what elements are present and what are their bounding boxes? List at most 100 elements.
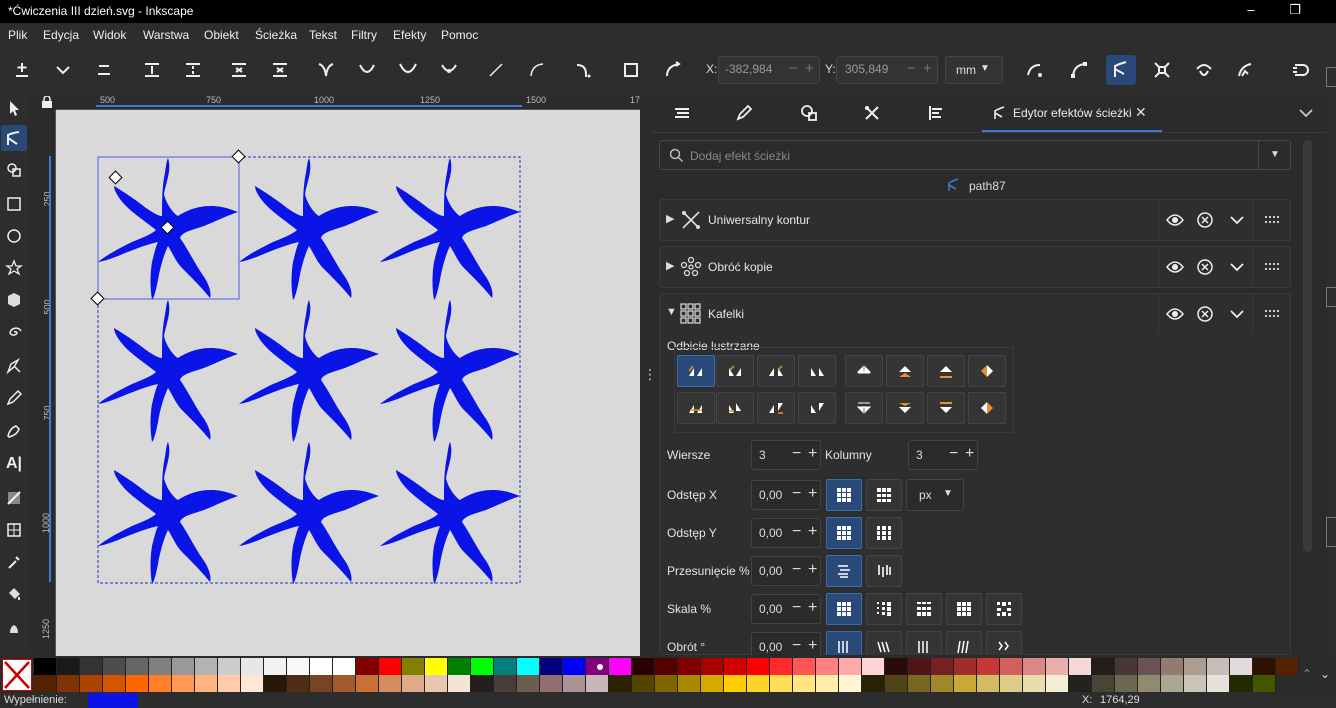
color-swatch[interactable] [1069,675,1092,692]
color-swatch[interactable] [1046,675,1069,692]
color-swatch[interactable] [379,658,402,675]
color-swatch[interactable] [540,675,563,692]
color-swatch[interactable] [931,675,954,692]
color-swatch[interactable] [1115,658,1138,675]
command-button[interactable] [1326,517,1336,547]
color-swatch[interactable] [1138,675,1161,692]
pen-tool-icon[interactable] [1,353,27,379]
remove-effect-icon[interactable] [1190,205,1220,235]
offset-mode-rows[interactable] [826,555,862,587]
color-swatch[interactable] [770,675,793,692]
color-swatch[interactable] [218,675,241,692]
gapx-mode-1[interactable] [826,479,862,511]
node-symmetric-icon[interactable] [394,56,422,84]
color-swatch[interactable] [287,675,310,692]
plus-icon[interactable]: + [808,599,817,617]
color-swatch[interactable] [195,675,218,692]
color-swatch[interactable] [1207,658,1230,675]
color-swatch[interactable] [678,658,701,675]
mirror-option-8[interactable] [968,355,1006,387]
command-button[interactable] [1326,67,1336,87]
effect-row-rotate-copies[interactable]: ▶ Obróć kopie [659,246,1291,288]
plus-icon[interactable]: + [808,445,817,463]
delete-node-icon[interactable] [90,56,118,84]
node-smooth-icon[interactable] [353,56,381,84]
mirror-option-1[interactable] [677,355,715,387]
color-swatch[interactable] [954,675,977,692]
color-swatch[interactable] [448,675,471,692]
fill-stroke-tab-icon[interactable] [724,99,764,127]
expand-icon[interactable]: ▶ [666,212,674,225]
color-swatch[interactable] [57,675,80,692]
mirror-option-2[interactable] [716,355,754,387]
color-swatch[interactable] [1023,675,1046,692]
effect-row-universal-outline[interactable]: ▶ Uniwersalny kontur [659,199,1291,241]
delete-segment-icon[interactable] [266,56,294,84]
color-swatch[interactable] [1230,675,1253,692]
menu-obiekt[interactable]: Obiekt [204,28,239,42]
color-swatch[interactable] [287,658,310,675]
color-swatch[interactable] [770,658,793,675]
lpe-icon[interactable] [659,56,687,84]
color-swatch[interactable] [356,658,379,675]
minus-icon[interactable]: − [792,523,801,541]
color-swatch[interactable] [793,675,816,692]
color-swatch[interactable] [241,658,264,675]
color-swatch[interactable] [609,675,632,692]
show-path-outline-icon[interactable] [1106,55,1136,85]
mirror-option-3[interactable] [757,355,795,387]
y-plus-icon[interactable]: + [923,60,932,77]
color-swatch[interactable] [1092,675,1115,692]
expand-icon[interactable]: ▶ [666,259,674,272]
mirror-option-14[interactable] [886,392,924,424]
plus-icon[interactable]: + [808,485,817,503]
color-swatch[interactable] [494,658,517,675]
horizontal-ruler[interactable]: 500 750 1000 1250 1500 17 [56,93,640,110]
join-nodes-icon[interactable] [138,56,166,84]
y-coordinate-field[interactable]: 305,849 − + [836,56,938,84]
menu-tekst[interactable]: Tekst [309,28,337,42]
color-swatch[interactable] [1276,658,1299,675]
color-swatch[interactable] [1000,658,1023,675]
scale-mode-1[interactable] [826,593,862,625]
color-swatch[interactable] [264,675,287,692]
node-auto-icon[interactable] [435,56,463,84]
menu-widok[interactable]: Widok [93,28,126,42]
offset-mode-cols[interactable] [866,555,902,587]
plus-icon[interactable]: + [808,637,817,655]
eye-icon[interactable] [1160,252,1190,282]
color-swatch[interactable] [80,675,103,692]
mirror-option-11[interactable] [757,392,795,424]
scale-field[interactable]: 0,00− + [751,594,821,624]
dock-scrollbar[interactable] [1303,140,1312,552]
color-swatch[interactable] [471,658,494,675]
gapx-field[interactable]: 0,00− + [751,480,821,510]
mirror-option-7[interactable] [927,355,965,387]
collapse-icon[interactable]: ▼ [666,306,677,318]
break-path-icon[interactable] [179,56,207,84]
mirror-option-16[interactable] [968,392,1006,424]
rotate-mode-1[interactable] [826,631,862,655]
gradient-tool-icon[interactable] [1,485,27,511]
mirror-option-6[interactable] [886,355,924,387]
color-swatch[interactable] [1253,658,1276,675]
color-swatch[interactable] [977,675,1000,692]
show-transform-handles-icon[interactable] [1020,56,1048,84]
color-swatch[interactable] [839,658,862,675]
color-swatch[interactable] [448,658,471,675]
eye-icon[interactable] [1160,299,1190,329]
color-swatch[interactable] [724,675,747,692]
chevron-down-icon[interactable]: ▼ [1270,149,1280,160]
rotate-field[interactable]: 0,00− + [751,632,821,655]
color-swatch[interactable] [701,675,724,692]
ellipse-tool-icon[interactable] [1,223,27,249]
edit-clip-icon[interactable] [1148,56,1176,84]
color-swatch[interactable] [425,675,448,692]
tools-tab-icon[interactable] [852,99,892,127]
color-swatch[interactable] [862,675,885,692]
color-swatch[interactable] [517,658,540,675]
gapx-mode-2[interactable] [866,479,902,511]
fill-indicator[interactable] [88,693,138,708]
color-swatch[interactable] [126,658,149,675]
swatch-grid[interactable] [34,658,1300,692]
